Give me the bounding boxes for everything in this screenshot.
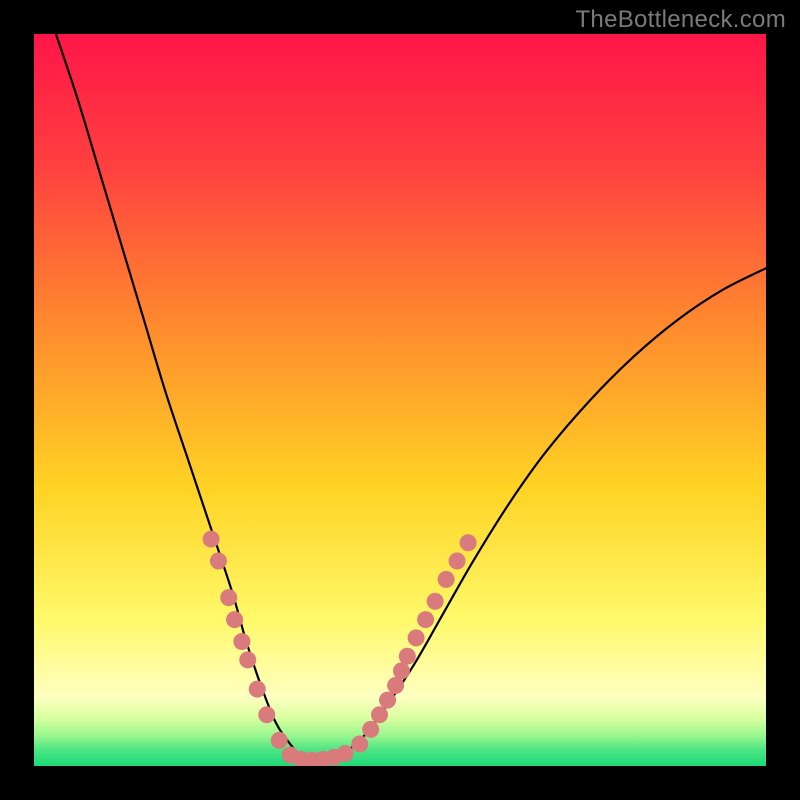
marker-dot [449,553,466,570]
marker-dot [399,648,416,665]
marker-dot [362,721,379,738]
marker-dot [203,531,220,548]
marker-dot [393,662,410,679]
marker-dot [351,736,368,753]
marker-dot [427,593,444,610]
watermark-text: TheBottleneck.com [575,6,786,34]
marker-dot [226,611,243,628]
chart-frame: TheBottleneck.com [0,0,800,800]
marker-dot [210,553,227,570]
marker-dot [438,571,455,588]
marker-dot [271,732,288,749]
marker-dot [387,677,404,694]
marker-dot [371,706,388,723]
marker-dot [337,745,354,762]
bottleneck-chart [34,34,766,766]
marker-dot [460,534,477,551]
marker-dot [249,681,266,698]
marker-dot [233,633,250,650]
marker-dot [239,651,256,668]
marker-dot [379,692,396,709]
marker-dot [408,629,425,646]
marker-dot [258,706,275,723]
marker-dot [220,589,237,606]
plot-area [34,34,766,766]
marker-dot [417,611,434,628]
